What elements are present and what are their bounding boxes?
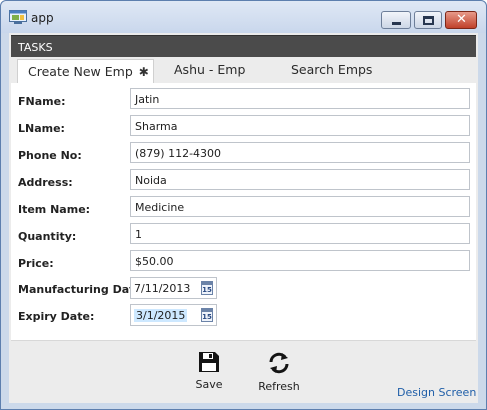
client-area: TASKS Create New Emp ✱ Ashu - Emp Search … [9,33,478,403]
price-field[interactable]: $50.00 [130,250,470,271]
save-label: Save [195,378,223,391]
calendar-icon-day: 15 [202,286,212,294]
quantity-field[interactable]: 1 [130,223,470,244]
expiry-date-picker[interactable]: 3/1/2015 15 [130,304,217,326]
minimize-button[interactable] [381,11,411,29]
manufacturing-date-label: Manufacturing Date: [18,283,147,296]
phone-label: Phone No: [18,149,82,162]
save-button[interactable]: Save [182,351,236,397]
tasks-header: TASKS [11,35,476,57]
manufacturing-date-picker[interactable]: 7/11/2013 15 [130,277,217,299]
design-screen-link[interactable]: Design Screen [397,386,476,399]
floppy-disk-icon [182,351,236,373]
quantity-label: Quantity: [18,230,77,243]
lname-label: LName: [18,122,65,135]
refresh-label: Refresh [258,380,300,393]
close-button[interactable]: ✕ [445,11,477,29]
maximize-icon [423,16,434,25]
calendar-icon[interactable]: 15 [201,308,213,322]
tab-ashu-emp[interactable]: Ashu - Emp [174,62,245,77]
address-field[interactable]: Noida [130,169,470,190]
price-label: Price: [18,257,54,270]
address-label: Address: [18,176,73,189]
item-name-field[interactable]: Medicine [130,196,470,217]
tab-label: Create New Emp [28,64,133,79]
tab-strip: Create New Emp ✱ Ashu - Emp Search Emps [9,59,478,83]
refresh-button[interactable]: Refresh [252,351,306,397]
title-bar[interactable]: app ✕ [1,1,486,33]
employee-form: FName: Jatin LName: Sharma Phone No: (87… [11,83,476,340]
close-icon: ✕ [456,12,467,27]
command-bar: Save Refresh Design Screen [11,340,476,403]
maximize-button[interactable] [414,11,442,29]
expiry-date-value[interactable]: 3/1/2015 [134,309,188,322]
app-window: app ✕ TASKS Create New Emp ✱ Ashu - Emp S… [0,0,487,410]
calendar-icon-day: 15 [202,313,212,321]
tab-search-emps[interactable]: Search Emps [291,62,372,77]
manufacturing-date-value[interactable]: 7/11/2013 [134,282,190,295]
tab-create-new-emp[interactable]: Create New Emp ✱ [17,59,154,83]
app-window-icon [9,10,27,24]
expiry-date-label: Expiry Date: [18,310,95,323]
window-title: app [31,11,54,25]
lname-field[interactable]: Sharma [130,115,470,136]
phone-field[interactable]: (879) 112-4300 [130,142,470,163]
item-name-label: Item Name: [18,203,91,216]
refresh-icon [252,351,306,375]
fname-field[interactable]: Jatin [130,88,470,109]
minimize-icon [392,22,401,25]
fname-label: FName: [18,95,66,108]
modified-icon: ✱ [138,65,149,79]
calendar-icon[interactable]: 15 [201,281,213,295]
